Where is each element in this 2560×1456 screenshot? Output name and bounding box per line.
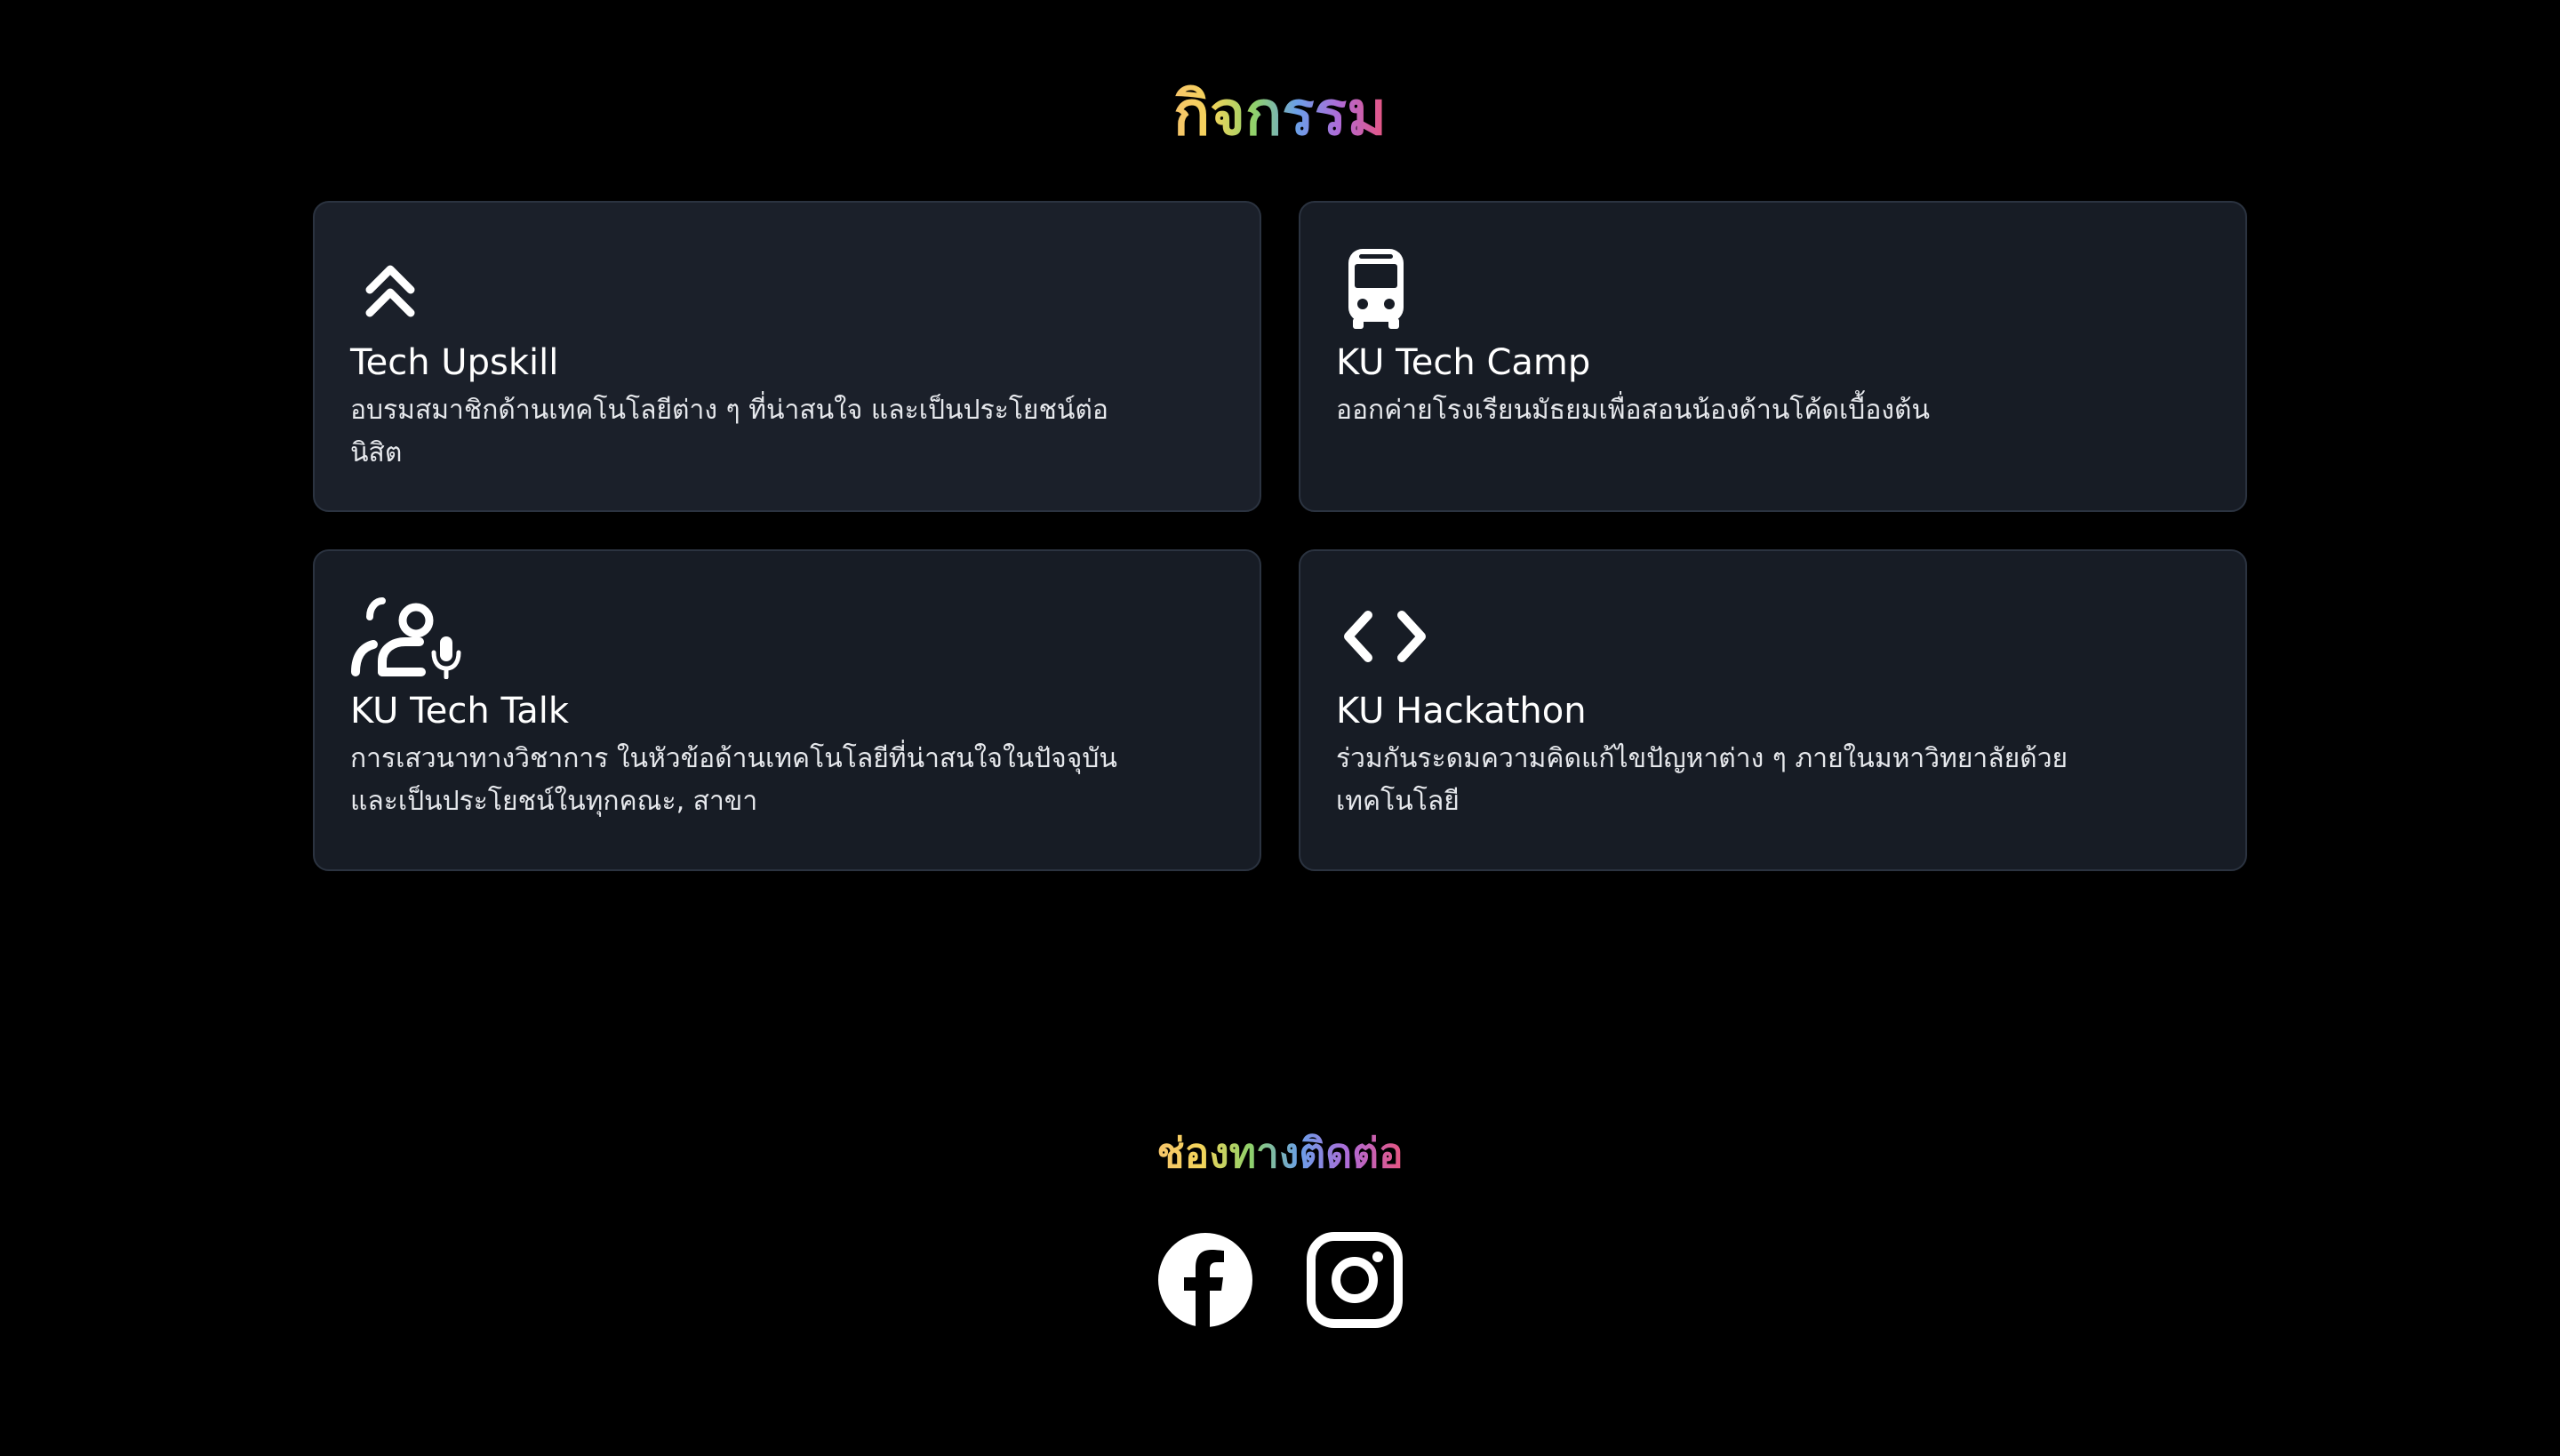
- activity-card-ku-tech-camp: KU Tech Camp ออกค่ายโรงเรียนมัธยมเพื่อสอ…: [1299, 201, 2247, 512]
- activity-card-description: ร่วมกันระดมความคิดแก้ไขปัญหาต่าง ๆ ภายใน…: [1336, 743, 2068, 817]
- facebook-link[interactable]: [1157, 1232, 1253, 1328]
- activity-card-title: KU Tech Camp: [1336, 342, 1591, 383]
- activities-section-title: กิจกรรม: [0, 75, 2560, 155]
- page: กิจกรรม Tech Upskill อบรมสมาชิกด้านเทคโน…: [0, 0, 2560, 1456]
- activity-card-description: อบรมสมาชิกด้านเทคโนโลยีต่าง ๆ ที่น่าสนใจ…: [350, 395, 1108, 468]
- contact-title-text: ช่องทางติดต่อ: [1156, 1122, 1403, 1184]
- facebook-icon[interactable]: [1157, 1232, 1253, 1328]
- speaker-microphone-icon: [351, 597, 461, 679]
- contact-section-title: ช่องทางติดต่อ: [0, 1122, 2560, 1184]
- activity-card-description: การเสวนาทางวิชาการ ในหัวข้อด้านเทคโนโลยี…: [350, 743, 1117, 817]
- activity-card-ku-hackathon: KU Hackathon ร่วมกันระดมความคิดแก้ไขปัญห…: [1299, 549, 2247, 871]
- activity-card-ku-tech-talk: KU Tech Talk การเสวนาทางวิชาการ ในหัวข้อ…: [313, 549, 1261, 871]
- activities-title-text: กิจกรรม: [1173, 75, 1387, 155]
- activity-card-tech-upskill: Tech Upskill อบรมสมาชิกด้านเทคโนโลยีต่าง…: [313, 201, 1261, 512]
- instagram-icon[interactable]: [1307, 1232, 1403, 1328]
- double-chevron-up-icon: [365, 265, 415, 317]
- activities-grid: Tech Upskill อบรมสมาชิกด้านเทคโนโลยีต่าง…: [313, 201, 2247, 871]
- code-brackets-icon: [1344, 611, 1426, 662]
- instagram-link[interactable]: [1307, 1232, 1403, 1328]
- bus-icon: [1348, 249, 1404, 329]
- activity-card-title: KU Tech Talk: [350, 691, 570, 732]
- activity-card-title: Tech Upskill: [350, 342, 559, 383]
- activity-card-description: ออกค่ายโรงเรียนมัธยมเพื่อสอนน้องด้านโค้ด…: [1336, 395, 1930, 426]
- activity-card-title: KU Hackathon: [1336, 691, 1587, 732]
- social-links: [0, 1232, 2560, 1328]
